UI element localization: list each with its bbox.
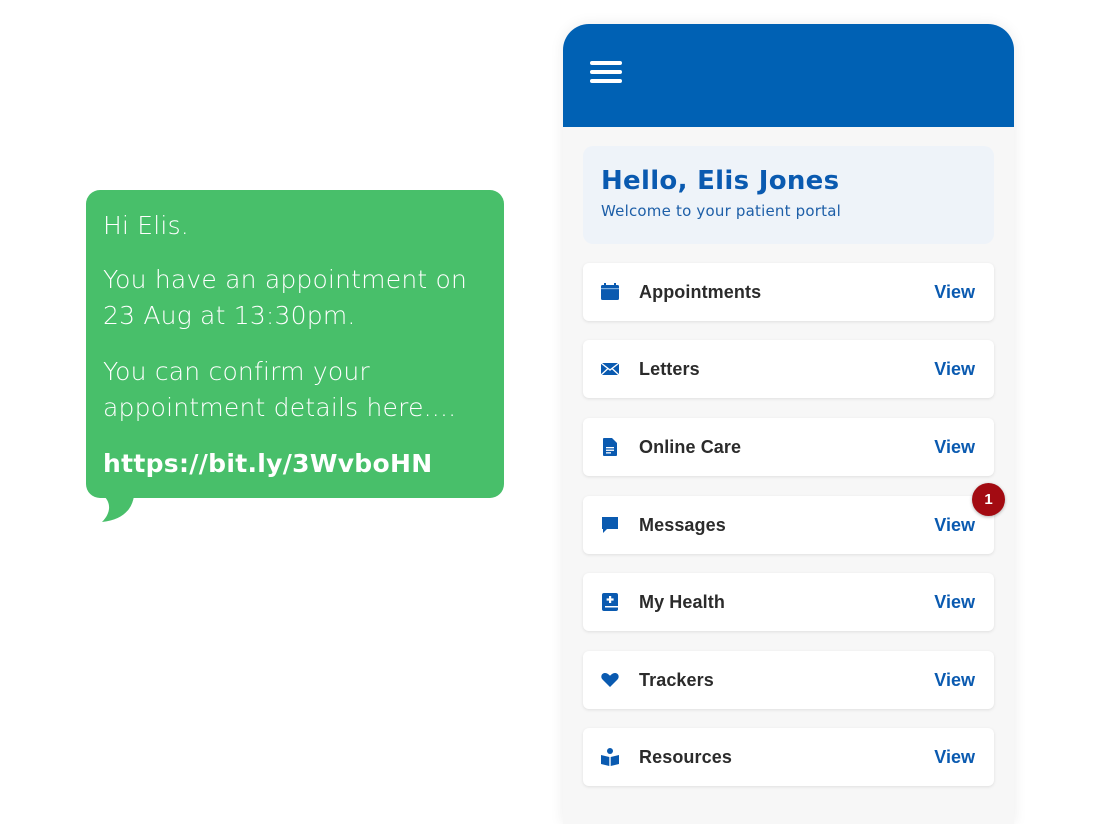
patient-portal-screen: Hello, Elis Jones Welcome to your patien… — [563, 24, 1014, 824]
view-link[interactable]: View — [934, 651, 975, 709]
welcome-card: Hello, Elis Jones Welcome to your patien… — [583, 146, 994, 244]
view-link[interactable]: View — [934, 496, 975, 554]
sms-line-3: You can confirm your — [103, 357, 370, 386]
menu-item-label: Letters — [639, 359, 700, 379]
menu-item-appointments[interactable]: Appointments View — [583, 263, 994, 321]
view-link[interactable]: View — [934, 340, 975, 398]
greeting-title: Hello, Elis Jones — [601, 166, 840, 196]
menu-item-letters[interactable]: Letters View — [583, 340, 994, 398]
view-link[interactable]: View — [934, 418, 975, 476]
menu-item-label: Appointments — [639, 282, 762, 302]
menu-item-label: Trackers — [639, 670, 714, 690]
envelope-icon — [600, 362, 620, 376]
sms-confirm-text: You can confirm your appointment details… — [103, 354, 488, 426]
document-icon — [603, 438, 617, 456]
sms-greeting: Hi Elis. — [103, 211, 189, 240]
menu-item-label: Resources — [639, 747, 732, 767]
sms-line-4: appointment details here.... — [103, 393, 457, 422]
sms-message-bubble: Hi Elis. You have an appointment on 23 A… — [86, 190, 504, 498]
chat-bubble-icon — [602, 517, 618, 533]
medical-book-icon — [602, 593, 618, 611]
portal-header — [563, 24, 1014, 127]
menu-item-label: Messages — [639, 515, 726, 535]
sms-link[interactable]: https://bit.ly/3WvboHN — [103, 446, 488, 482]
view-link[interactable]: View — [934, 263, 975, 321]
calendar-icon — [601, 283, 619, 300]
view-link[interactable]: View — [934, 573, 975, 631]
sms-line-1: You have an appointment on — [103, 265, 468, 294]
sms-appointment-text: You have an appointment on 23 Aug at 13:… — [103, 262, 488, 334]
sms-bubble-tail — [102, 496, 134, 522]
menu-item-label: Online Care — [639, 437, 742, 457]
menu-item-trackers[interactable]: Trackers View — [583, 651, 994, 709]
reader-icon — [601, 748, 619, 766]
menu-item-my-health[interactable]: My Health View — [583, 573, 994, 631]
sms-line-2: 23 Aug at 13:30pm. — [103, 301, 356, 330]
greeting-subtitle: Welcome to your patient portal — [601, 202, 841, 220]
heart-icon — [601, 672, 619, 687]
menu-item-label: My Health — [639, 592, 725, 612]
messages-notification-badge: 1 — [972, 483, 1005, 516]
menu-item-online-care[interactable]: Online Care View — [583, 418, 994, 476]
menu-item-messages[interactable]: Messages View — [583, 496, 994, 554]
hamburger-menu-icon[interactable] — [590, 61, 624, 89]
view-link[interactable]: View — [934, 728, 975, 786]
menu-item-resources[interactable]: Resources View — [583, 728, 994, 786]
